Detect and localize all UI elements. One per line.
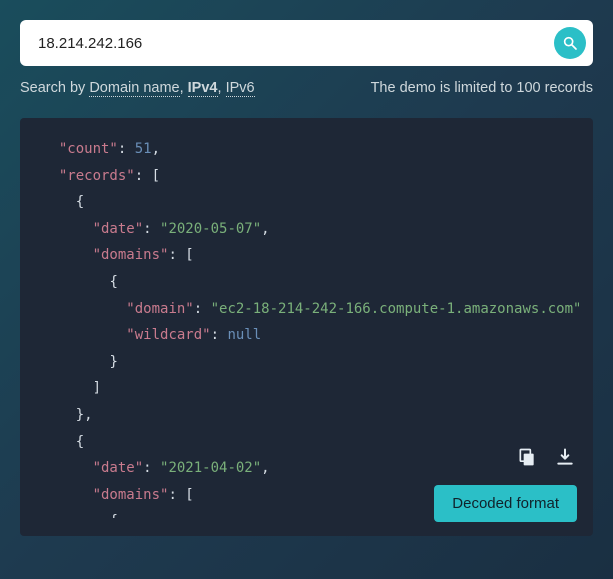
limit-text: The demo is limited to 100 records [371, 80, 593, 96]
code-line: "records": [ [42, 163, 579, 190]
hint-prefix: Search by [20, 80, 89, 96]
code-line: "wildcard": null [42, 322, 579, 349]
code-line: { [42, 429, 579, 456]
code-line: "domain": "ec2-18-214-242-166.compute-1.… [42, 296, 579, 323]
code-scroll[interactable]: "count": 51, "records": [ { "date": "202… [42, 136, 579, 518]
search-hint: Search by Domain name, IPv4, IPv6 [20, 80, 255, 96]
copy-button[interactable] [515, 445, 539, 472]
search-icon [562, 35, 578, 51]
code-line: { [42, 269, 579, 296]
link-ipv4[interactable]: IPv4 [188, 80, 218, 97]
link-ipv6[interactable]: IPv6 [226, 80, 255, 97]
code-line: "date": "2020-05-07", [42, 216, 579, 243]
decoded-format-button[interactable]: Decoded format [434, 485, 577, 522]
link-domain-name[interactable]: Domain name [89, 80, 179, 97]
search-bar [20, 20, 593, 66]
hint-row: Search by Domain name, IPv4, IPv6 The de… [20, 80, 593, 96]
copy-icon [517, 447, 537, 467]
code-line: "domains": [ [42, 242, 579, 269]
download-button[interactable] [553, 445, 577, 472]
search-input[interactable] [20, 20, 593, 66]
search-button[interactable] [554, 27, 586, 59]
code-actions [515, 445, 577, 472]
code-line: ] [42, 375, 579, 402]
code-panel: "count": 51, "records": [ { "date": "202… [20, 118, 593, 536]
code-line: } [42, 349, 579, 376]
code-line: }, [42, 402, 579, 429]
code-line: "count": 51, [42, 136, 579, 163]
download-icon [555, 447, 575, 467]
hint-sep: , [218, 80, 226, 96]
code-line: { [42, 189, 579, 216]
hint-sep: , [180, 80, 188, 96]
code-line: "date": "2021-04-02", [42, 455, 579, 482]
